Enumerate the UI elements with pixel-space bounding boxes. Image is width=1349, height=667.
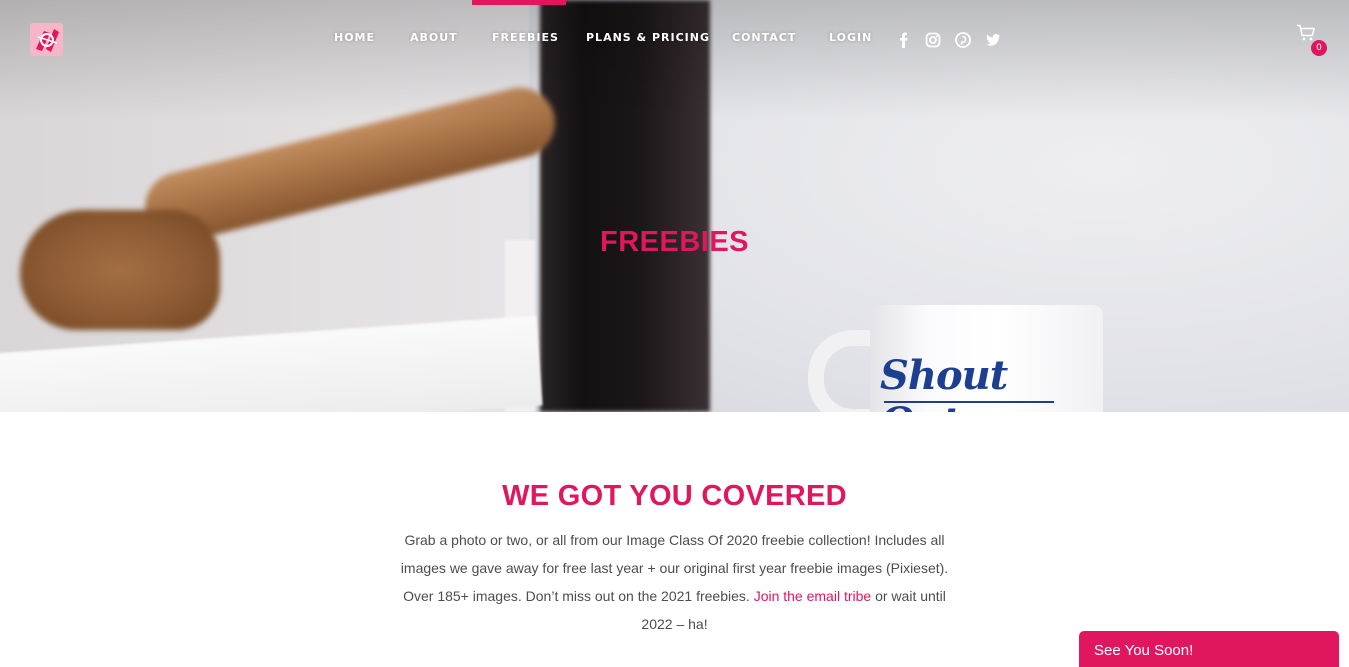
active-nav-indicator	[472, 0, 566, 5]
hero-title: FREEBIES	[599, 226, 750, 258]
nav-freebies[interactable]: FREEBIES	[492, 31, 559, 44]
site-logo[interactable]	[30, 23, 63, 56]
popup-label: See You Soon!	[1094, 642, 1194, 659]
nav-home[interactable]: HOME	[334, 31, 375, 44]
twitter-icon[interactable]	[985, 32, 1001, 48]
instagram-icon[interactable]	[925, 32, 941, 48]
cart-count-badge: 0	[1311, 40, 1327, 56]
nav-about[interactable]: ABOUT	[410, 31, 458, 44]
pinterest-icon[interactable]	[955, 32, 971, 48]
nav-login[interactable]: LOGIN	[829, 31, 872, 44]
see-you-soon-popup-tab[interactable]: See You Soon!	[1079, 631, 1339, 667]
hero-paper	[0, 315, 543, 412]
page: Shout Out FREEBIES HOME ABOUT FREEBIES P…	[0, 0, 1349, 667]
section-title: WE GOT YOU COVERED	[502, 480, 847, 512]
top-navigation: HOME ABOUT FREEBIES PLANS & PRICING CONT…	[0, 0, 1349, 80]
logo-icon	[30, 23, 63, 56]
facebook-icon[interactable]	[896, 32, 912, 48]
cart-icon[interactable]	[1296, 24, 1316, 42]
nav-contact[interactable]: CONTACT	[732, 31, 796, 44]
intro-paragraph: Grab a photo or two, or all from our Ima…	[392, 526, 957, 638]
nav-plans-pricing[interactable]: PLANS & PRICING	[586, 31, 710, 44]
email-tribe-link[interactable]: Join the email tribe	[754, 588, 872, 604]
mug-text: Shout Out	[880, 352, 1008, 412]
